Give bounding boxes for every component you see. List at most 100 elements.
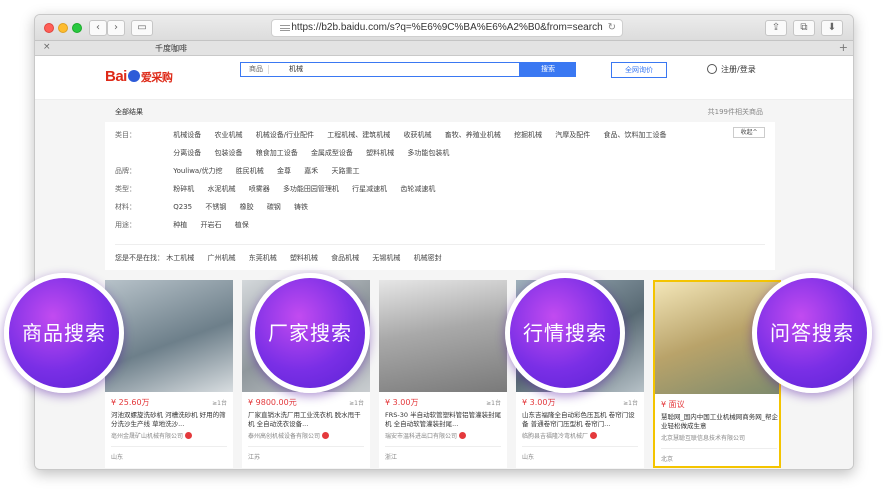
download-icon[interactable]: ⬇	[821, 20, 843, 36]
filter-option[interactable]: 金属成型设备	[311, 148, 353, 158]
suggestion-link[interactable]: 广州机械	[207, 253, 235, 263]
back-button[interactable]: ‹	[89, 20, 107, 36]
filter-option[interactable]: 水泥机械	[207, 184, 235, 194]
new-tab-button[interactable]: +	[839, 41, 848, 54]
price-inquiry-button[interactable]: 全网询价	[611, 62, 667, 78]
filter-option[interactable]: 汽摩及配件	[555, 130, 590, 140]
product-title[interactable]: 慧聪网_国内中国工业机械网商务网_帮企业轻松做成生意	[661, 413, 779, 431]
filter-option[interactable]: 畜牧、养殖业机械	[445, 130, 501, 140]
suggestion-label: 您是不是在找：	[115, 254, 164, 262]
filter-option[interactable]: Q235	[173, 203, 192, 211]
filter-option[interactable]: 收获机械	[404, 130, 432, 140]
search-button[interactable]: 搜索	[520, 62, 576, 77]
product-region: 浙江	[385, 454, 398, 461]
close-tab-icon[interactable]: ×	[43, 42, 51, 52]
product-title[interactable]: 山东吉福隆全自动彩色压瓦机 卷帘门设备 普通卷帘门压型机 卷帘门...	[522, 411, 640, 429]
search-category-select[interactable]: 商品	[249, 63, 269, 76]
filter-option[interactable]: 种植	[173, 220, 187, 230]
product-title[interactable]: 厂家直销水洗厂用工业洗衣机 脱水甩干机 全自动洗衣设备...	[248, 411, 366, 429]
product-image[interactable]	[105, 280, 233, 392]
search-box[interactable]: 商品 机械	[240, 62, 520, 77]
tabs-overview-icon[interactable]: ⧉	[793, 20, 815, 36]
filter-option[interactable]: 天路重工	[332, 166, 360, 176]
site-header: Bai 爱采购 商品 机械 搜索 全网询价 注册/登录	[35, 56, 853, 100]
tab-title[interactable]: 千度咖啡	[155, 43, 187, 54]
search-input[interactable]: 机械	[289, 63, 303, 76]
login-link[interactable]: 注册/登录	[707, 64, 756, 75]
product-moq: ≥1台	[212, 400, 227, 407]
filter-option[interactable]: 行星减速机	[352, 184, 387, 194]
filter-option[interactable]: 不锈钢	[205, 202, 226, 212]
web-page: Bai 爱采购 商品 机械 搜索 全网询价 注册/登录 全部结果 共199件相关商…	[35, 56, 853, 469]
verified-icon	[185, 432, 193, 439]
card-divider	[111, 446, 227, 447]
product-region: 北京	[661, 456, 674, 463]
filter-option[interactable]: 植保	[235, 220, 249, 230]
browser-window: ‹ › ▭ https://b2b.baidu.com/s?q=%E6%9C%B…	[34, 14, 854, 470]
results-bar: 全部结果 共199件相关商品	[35, 101, 853, 121]
filter-option[interactable]: 农业机械	[214, 130, 242, 140]
suggestion-link[interactable]: 机械密封	[414, 253, 442, 263]
suggestion-link[interactable]: 东莞机械	[249, 253, 277, 263]
product-title[interactable]: FRS-30 半自动软管塑料管铝管灌装封尾机 全自动软管灌装封尾...	[385, 411, 503, 429]
filter-option[interactable]: 食品、饮料加工设备	[603, 130, 666, 140]
all-results-label[interactable]: 全部结果	[115, 107, 143, 117]
card-divider	[661, 448, 777, 449]
browser-toolbar: ‹ › ▭ https://b2b.baidu.com/s?q=%E6%9C%B…	[35, 15, 853, 41]
filter-option[interactable]: 包装设备	[214, 148, 242, 158]
filter-option[interactable]: 金尊	[277, 166, 291, 176]
collapse-filters-button[interactable]: 收起^	[733, 127, 765, 138]
product-company[interactable]: 亳州金晟矿山机械有限公司	[111, 431, 193, 440]
feature-bubble-product-search: 商品搜索	[4, 273, 124, 393]
filter-option[interactable]: 工程机械、建筑机械	[327, 130, 390, 140]
product-company[interactable]: 北京慧聪互联信息技术有限公司	[661, 433, 745, 442]
filter-option[interactable]: 胜民机械	[236, 166, 264, 176]
feature-bubble-market-search: 行情搜索	[505, 273, 625, 393]
site-logo[interactable]: Bai 爱采购	[105, 68, 173, 85]
product-card[interactable]: ¥ 25.60万 ≥1台 河池双螺旋洗砂机 河槽洗砂机 好用的筛分洗沙生产线 草…	[105, 280, 233, 468]
product-moq: ≥1台	[349, 400, 364, 407]
suggestion-link[interactable]: 食品机械	[331, 253, 359, 263]
filter-option[interactable]: Youliwa/优力挖	[173, 166, 222, 176]
filter-option[interactable]: 多功能包装机	[407, 148, 449, 158]
filter-option[interactable]: 碳钢	[267, 202, 281, 212]
filter-row-usage: 用途： 种植 开岩石 植保	[115, 220, 260, 230]
suggestion-link[interactable]: 木工机械	[166, 253, 194, 263]
filter-option[interactable]: 塑料机械	[366, 148, 394, 158]
product-company[interactable]: 泰州高创机械设备有限公司	[248, 431, 330, 440]
product-title[interactable]: 河池双螺旋洗砂机 河槽洗砂机 好用的筛分洗沙生产线 草地洗沙...	[111, 411, 229, 429]
filter-option[interactable]: 齿轮减速机	[400, 184, 435, 194]
product-image[interactable]	[379, 280, 507, 392]
filter-option[interactable]: 机械设备/行业配件	[256, 130, 314, 140]
reload-icon[interactable]: ↻	[608, 20, 616, 36]
filter-label: 用途：	[115, 221, 136, 229]
filter-divider	[115, 244, 765, 245]
filter-option[interactable]: 机械设备	[173, 130, 201, 140]
filter-option[interactable]: 开岩石	[200, 220, 221, 230]
close-window-button[interactable]	[44, 23, 54, 33]
suggestion-row: 您是不是在找： 木工机械 广州机械 东莞机械 塑料机械 食品机械 无锡机械 机械…	[115, 253, 453, 263]
filter-option[interactable]: 嘉禾	[304, 166, 318, 176]
forward-button[interactable]: ›	[107, 20, 125, 36]
filter-option[interactable]: 粉碎机	[173, 184, 194, 194]
reader-menu-icon[interactable]	[280, 25, 290, 31]
verified-icon	[590, 432, 598, 439]
product-card[interactable]: ¥ 3.00万 ≥1台 FRS-30 半自动软管塑料管铝管灌装封尾机 全自动软管…	[379, 280, 507, 468]
maximize-window-button[interactable]	[72, 23, 82, 33]
filter-option[interactable]: 铸铁	[294, 202, 308, 212]
filter-option[interactable]: 橡胶	[240, 202, 254, 212]
filter-option[interactable]: 多功能田园管理机	[283, 184, 339, 194]
filter-option[interactable]: 粮食加工设备	[256, 148, 298, 158]
suggestion-link[interactable]: 无锡机械	[372, 253, 400, 263]
tab-bar: × 千度咖啡 +	[35, 41, 853, 56]
share-icon[interactable]: ⇪	[765, 20, 787, 36]
minimize-window-button[interactable]	[58, 23, 68, 33]
suggestion-link[interactable]: 塑料机械	[290, 253, 318, 263]
filter-option[interactable]: 喷雾器	[249, 184, 270, 194]
filter-option[interactable]: 挖掘机械	[514, 130, 542, 140]
product-company[interactable]: 瑞安市温科进出口有限公司	[385, 431, 467, 440]
address-bar[interactable]: https://b2b.baidu.com/s?q=%E6%9C%BA%E6%A…	[271, 19, 623, 37]
product-company[interactable]: 临朐县吉福隆冷弯机械厂	[522, 431, 598, 440]
sidebar-toggle-icon[interactable]: ▭	[131, 20, 153, 36]
filter-option[interactable]: 分离设备	[173, 148, 201, 158]
